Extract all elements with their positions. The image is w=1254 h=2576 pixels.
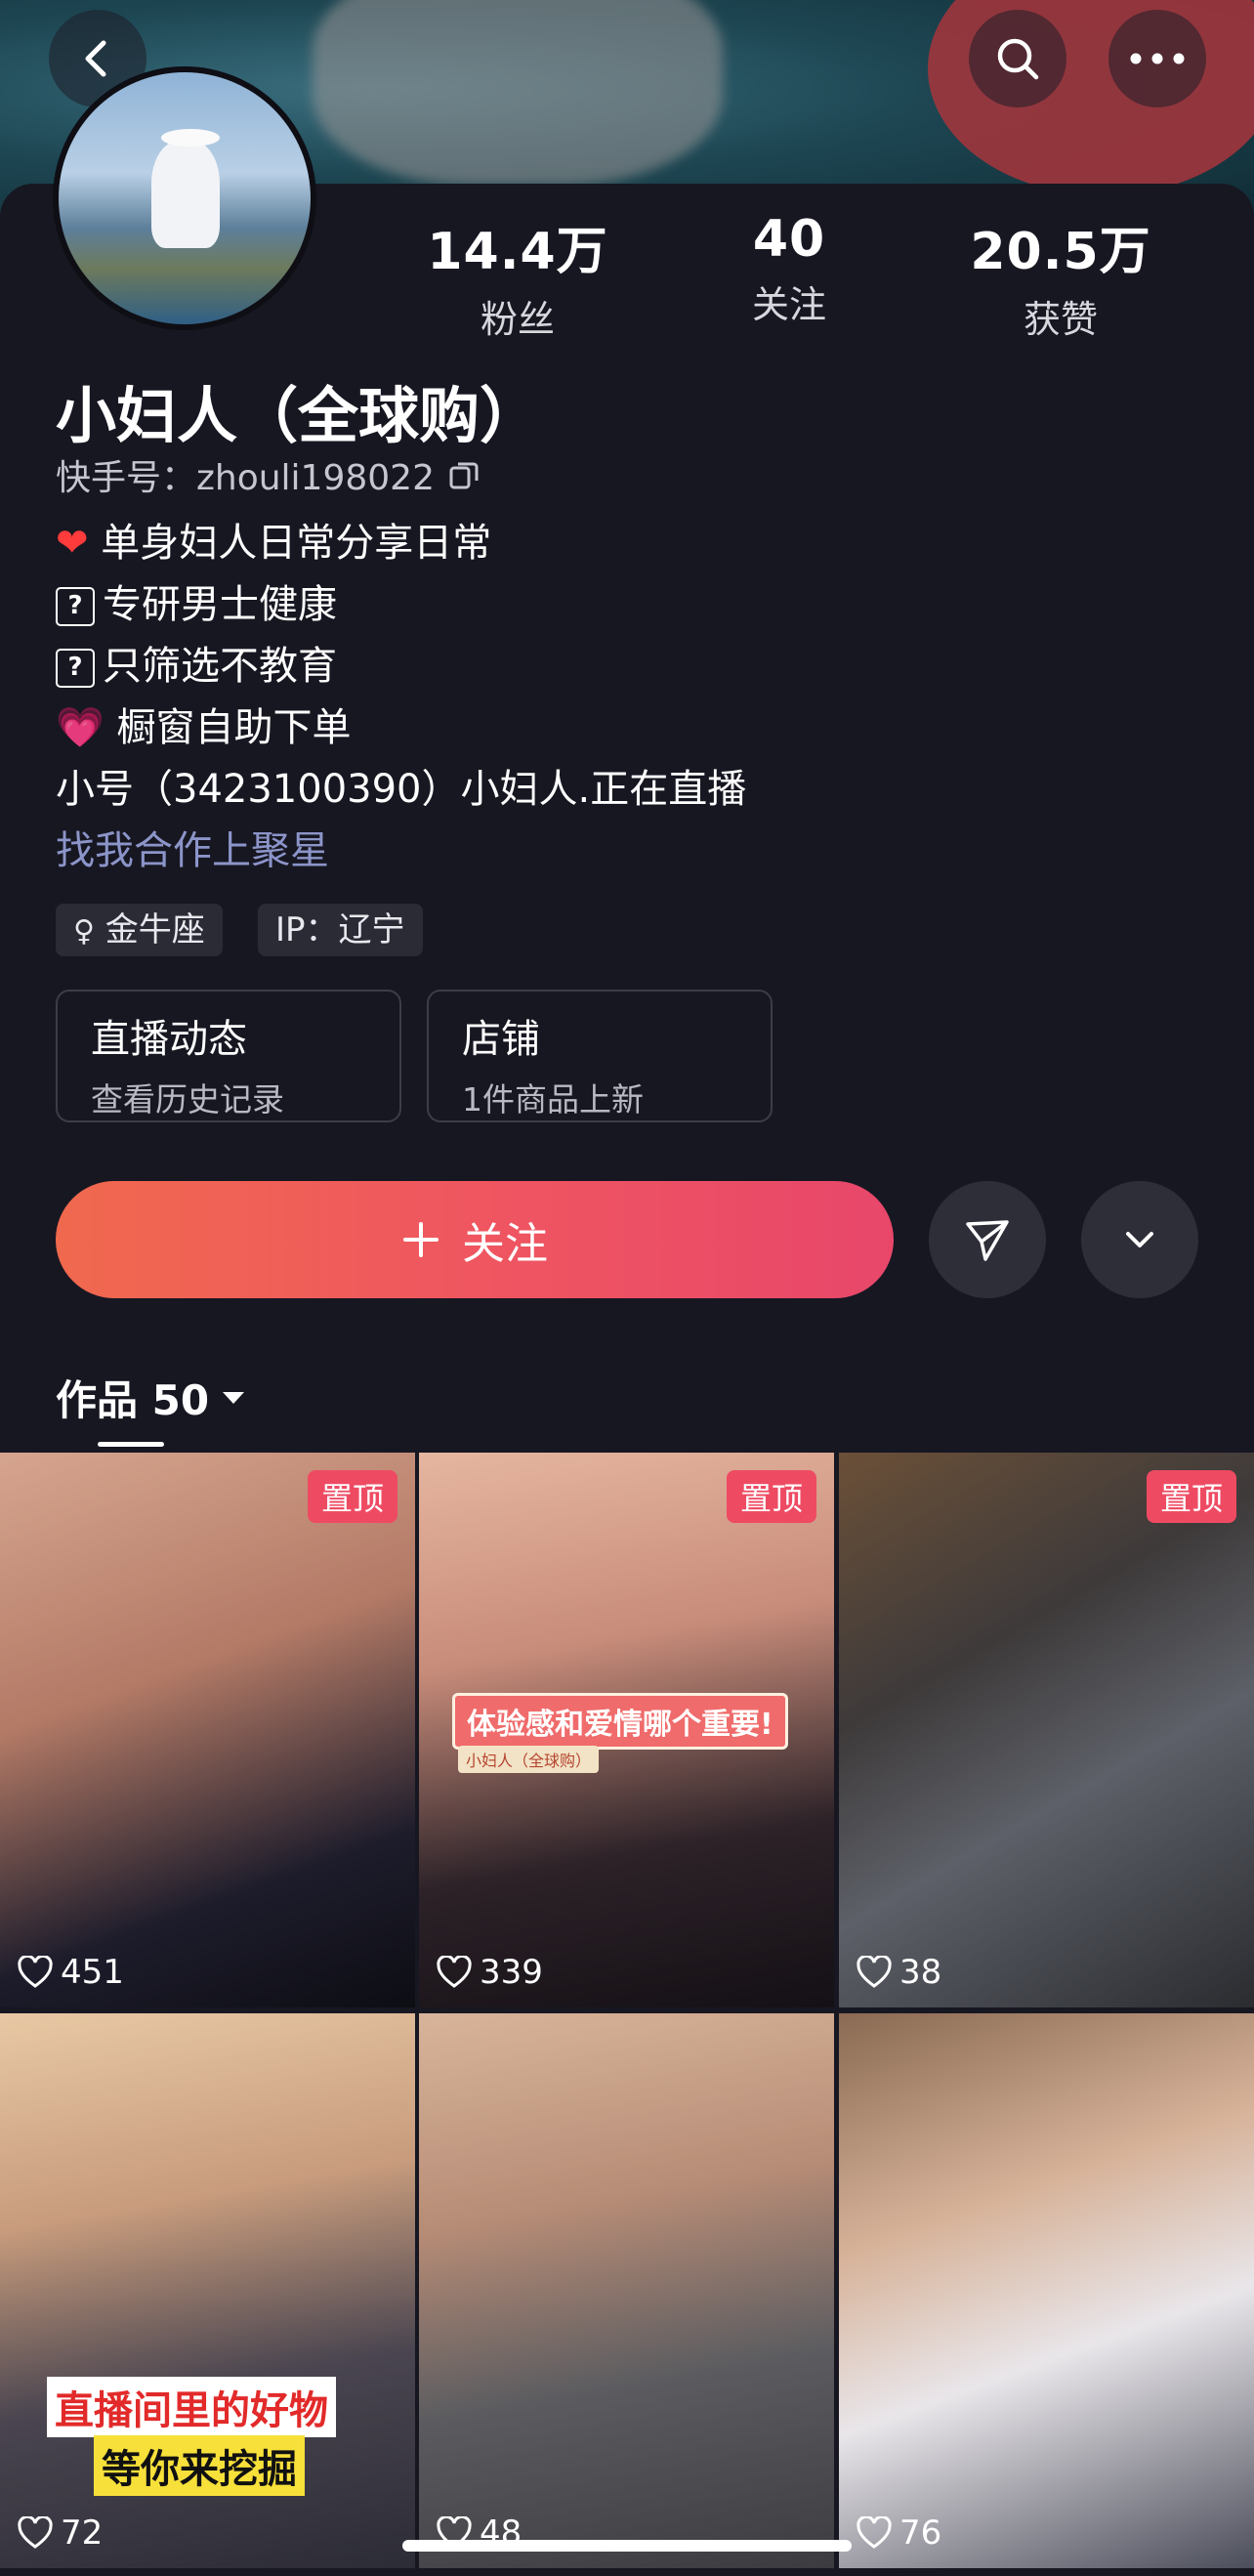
- tag-ip-location: IP：辽宁: [258, 904, 423, 956]
- question-box-icon: ?: [56, 587, 95, 626]
- like-count: 38: [857, 1953, 941, 1992]
- like-count-value: 451: [61, 1953, 124, 1992]
- chevron-down-icon: [1126, 1232, 1153, 1247]
- stat-following-value: 40: [752, 210, 826, 269]
- heart-outline-icon: [857, 1956, 892, 1988]
- video-caption: 体验感和爱情哪个重要!: [452, 1693, 788, 1750]
- stat-likes-value: 20.5万: [970, 223, 1151, 281]
- female-symbol-icon: ♀: [73, 914, 95, 949]
- bio-text: 单身妇人日常分享日常: [101, 521, 492, 566]
- user-id-row[interactable]: 快手号：zhouli198022: [56, 449, 480, 500]
- avatar[interactable]: [53, 66, 316, 330]
- like-count-value: 38: [899, 1953, 942, 1992]
- profile-name: 小妇人（全球购）: [56, 380, 541, 451]
- bio-extra: 小号（3423100390）小妇人.正在直播: [56, 767, 747, 812]
- stat-likes[interactable]: 20.5万 获赞: [953, 210, 1168, 343]
- work-item[interactable]: 置顶 451: [0, 1453, 415, 2007]
- like-count-value: 72: [61, 2513, 104, 2553]
- sparkling-heart-icon: 💗: [56, 705, 104, 750]
- user-id-label: 快手号：zhouli198022: [56, 458, 435, 498]
- question-box-icon: ?: [56, 649, 95, 688]
- like-count: 76: [857, 2513, 941, 2553]
- works-tab[interactable]: 作品 50: [56, 1368, 246, 1427]
- card-title: 店铺: [462, 1017, 540, 1062]
- cooperation-link[interactable]: 找我合作上聚星: [56, 821, 746, 882]
- caret-down-icon: [223, 1391, 245, 1404]
- live-history-card[interactable]: 直播动态 查看历史记录: [56, 990, 401, 1122]
- bio-text: 专研男士健康: [103, 582, 337, 627]
- pinned-badge: 置顶: [1146, 1470, 1236, 1523]
- bio-text: 只筛选不教育: [103, 644, 337, 689]
- card-title: 直播动态: [91, 1017, 247, 1062]
- shop-card[interactable]: 店铺 1件商品上新: [427, 990, 773, 1122]
- follow-label: 关注: [462, 1219, 548, 1269]
- home-indicator: [402, 2540, 852, 2552]
- works-tab-label: 作品 50: [56, 1376, 210, 1424]
- video-caption: 直播间里的好物: [47, 2377, 336, 2437]
- work-item[interactable]: 48: [419, 2013, 834, 2568]
- like-count: 339: [437, 1953, 543, 1992]
- chevron-left-icon: [85, 40, 106, 77]
- heart-outline-icon: [857, 2516, 892, 2549]
- like-count-value: 339: [480, 1953, 543, 1992]
- more-horizontal-icon: [1130, 53, 1185, 64]
- pinned-badge: 置顶: [307, 1470, 397, 1523]
- stat-likes-label: 获赞: [1023, 298, 1098, 341]
- more-button[interactable]: [1108, 10, 1206, 107]
- bio-line: ? 只筛选不教育: [56, 636, 746, 697]
- plus-icon: [403, 1222, 439, 1257]
- stat-fans-value: 14.4万: [427, 223, 608, 281]
- stat-following[interactable]: 40 关注: [682, 210, 897, 328]
- send-icon: [966, 1220, 1009, 1261]
- bio-text: 橱窗自助下单: [116, 705, 352, 750]
- works-tab-indicator: [98, 1442, 164, 1447]
- bio-line: ? 专研男士健康: [56, 574, 746, 636]
- heart-outline-icon: [437, 1956, 472, 1988]
- card-subtitle: 查看历史记录: [91, 1080, 284, 1119]
- card-subtitle: 1件商品上新: [462, 1080, 644, 1119]
- like-count: 451: [18, 1953, 124, 1992]
- search-button[interactable]: [969, 10, 1066, 107]
- work-item[interactable]: 直播间里的好物 等你来挖掘 72: [0, 2013, 415, 2568]
- bio-line: ❤ 单身妇人日常分享日常: [56, 513, 746, 574]
- follow-button[interactable]: 关注: [56, 1181, 894, 1298]
- heart-icon: ❤: [56, 521, 89, 566]
- like-count: 72: [18, 2513, 103, 2553]
- share-button[interactable]: [929, 1181, 1046, 1298]
- copy-icon[interactable]: [448, 459, 480, 490]
- stat-following-label: 关注: [751, 283, 826, 326]
- work-item[interactable]: 置顶 38: [839, 1453, 1254, 2007]
- tag-zodiac-label: 金牛座: [104, 910, 205, 950]
- heart-outline-icon: [18, 1956, 53, 1988]
- bio: ❤ 单身妇人日常分享日常 ? 专研男士健康 ? 只筛选不教育 💗 橱窗自助下单 小号…: [56, 513, 746, 882]
- video-caption-line2: 等你来挖掘: [94, 2435, 305, 2496]
- work-item[interactable]: 置顶 体验感和爱情哪个重要! 小妇人（全球购） 339: [419, 1453, 834, 2007]
- pinned-badge: 置顶: [726, 1470, 816, 1523]
- video-sub-caption: 小妇人（全球购）: [458, 1746, 600, 1773]
- work-item[interactable]: 76: [839, 2013, 1254, 2568]
- stat-fans-label: 粉丝: [480, 298, 555, 341]
- more-options-button[interactable]: [1081, 1181, 1198, 1298]
- tag-zodiac: ♀ 金牛座: [56, 904, 223, 956]
- like-count-value: 76: [899, 2513, 942, 2553]
- search-icon: [997, 38, 1039, 80]
- bio-line: 💗 橱窗自助下单: [56, 697, 746, 759]
- heart-outline-icon: [18, 2516, 53, 2549]
- stat-fans[interactable]: 14.4万 粉丝: [410, 210, 625, 343]
